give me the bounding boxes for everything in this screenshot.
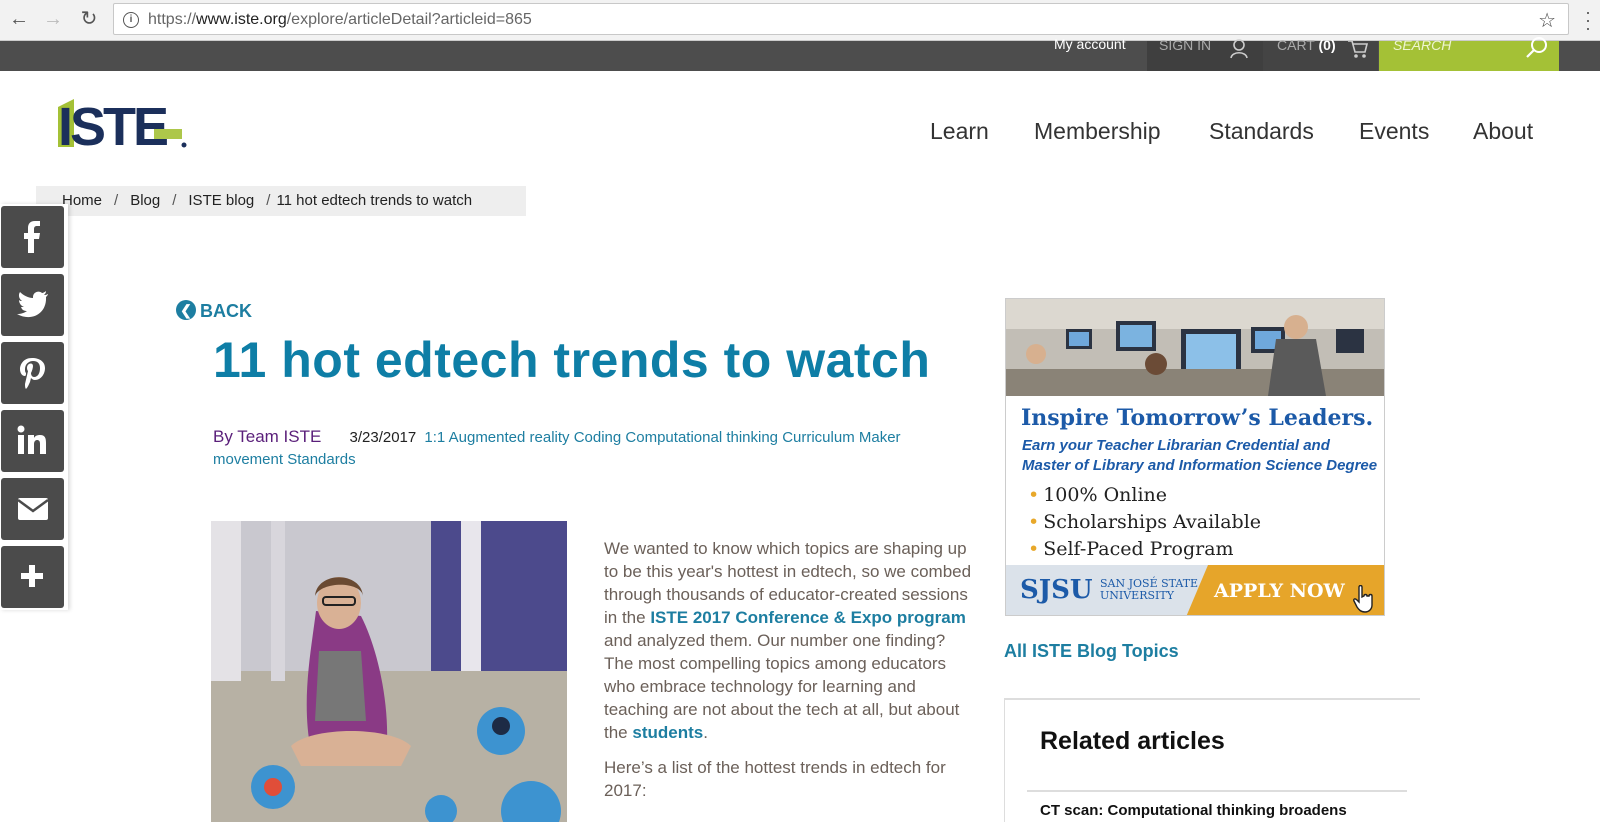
- cart-link[interactable]: CART (0): [1263, 37, 1378, 71]
- cart-label: CART (0): [1277, 37, 1336, 53]
- nav-learn[interactable]: Learn: [930, 118, 989, 145]
- nav-membership[interactable]: Membership: [1034, 118, 1161, 145]
- tag-link[interactable]: Augmented reality: [449, 429, 570, 446]
- tag-link[interactable]: 1:1: [424, 429, 445, 446]
- conference-program-link[interactable]: ISTE 2017 Conference & Expo program: [650, 608, 966, 627]
- linkedin-icon: [17, 425, 46, 454]
- article-body: We wanted to know which topics are shapi…: [604, 537, 974, 814]
- back-arrow-circle-icon: ❮: [176, 300, 196, 320]
- sjsu-logo: SJSU: [1020, 575, 1093, 605]
- sign-in-link[interactable]: SIGN IN: [1147, 37, 1263, 71]
- back-link[interactable]: ❮ BACK: [176, 300, 252, 322]
- facebook-icon: [24, 221, 40, 253]
- all-blog-topics-link[interactable]: All ISTE Blog Topics: [1004, 641, 1179, 662]
- info-icon[interactable]: i: [123, 12, 139, 28]
- ad-bullets: 100% Online Scholarships Available Self-…: [1040, 482, 1261, 563]
- svg-text:ISTE: ISTE: [58, 99, 167, 151]
- email-share-button[interactable]: [1, 478, 64, 540]
- article-paragraph: We wanted to know which topics are shapi…: [604, 539, 972, 742]
- url-text: https://www.iste.org/explore/articleDeta…: [148, 11, 532, 28]
- nav-standards[interactable]: Standards: [1209, 118, 1314, 145]
- facebook-share-button[interactable]: [1, 206, 64, 268]
- nav-about[interactable]: About: [1473, 118, 1533, 145]
- pinterest-share-button[interactable]: [1, 342, 64, 404]
- tag-link[interactable]: Coding: [574, 429, 622, 446]
- article-paragraph: Here’s a list of the hottest trends in e…: [604, 758, 946, 800]
- browser-toolbar: ← → ↻ i https://www.iste.org/explore/art…: [0, 0, 1600, 41]
- sjsu-ad-banner[interactable]: Inspire Tomorrow’s Leaders. Earn your Te…: [1005, 298, 1385, 616]
- address-bar[interactable]: i https://www.iste.org/explore/articleDe…: [113, 3, 1569, 35]
- article-date: 3/23/2017: [349, 429, 417, 446]
- breadcrumb-iste-blog[interactable]: ISTE blog: [188, 192, 254, 209]
- ad-footer: SJSU SAN JOSÉ STATE UNIVERSITY APPLY NOW: [1006, 565, 1384, 615]
- bookmark-star-icon[interactable]: ☆: [1538, 8, 1556, 33]
- sjsu-logo-subtext: SAN JOSÉ STATE UNIVERSITY: [1100, 577, 1199, 602]
- ad-headline: Inspire Tomorrow’s Leaders.: [1021, 405, 1374, 431]
- utility-bar: My account SIGN IN CART (0) SEARCH: [0, 37, 1600, 71]
- my-account-link[interactable]: My account: [1054, 37, 1126, 71]
- plus-icon: [21, 565, 43, 587]
- forward-arrow-icon[interactable]: →: [42, 8, 64, 30]
- article-title: 11 hot edtech trends to watch: [213, 332, 931, 388]
- related-articles-box: Related articles CT scan: Computational …: [1004, 698, 1420, 822]
- search-placeholder: SEARCH: [1393, 37, 1452, 53]
- iste-logo[interactable]: ISTE: [58, 97, 188, 157]
- linkedin-share-button[interactable]: [1, 410, 64, 472]
- breadcrumb-home[interactable]: Home: [62, 192, 102, 209]
- nav-events[interactable]: Events: [1359, 118, 1429, 145]
- reload-icon[interactable]: ↻: [78, 8, 100, 30]
- email-icon: [17, 498, 49, 520]
- breadcrumb-blog[interactable]: Blog: [130, 192, 160, 209]
- pinterest-icon: [20, 358, 45, 389]
- ad-bullet: Self-Paced Program: [1040, 536, 1261, 563]
- hand-cursor-icon: [1353, 585, 1373, 613]
- twitter-share-button[interactable]: [1, 274, 64, 336]
- tag-link[interactable]: Computational thinking: [625, 429, 778, 446]
- twitter-icon: [17, 291, 48, 318]
- ad-bullet: 100% Online: [1040, 482, 1261, 509]
- social-share-bar: [0, 204, 68, 610]
- back-arrow-icon[interactable]: ←: [8, 8, 30, 30]
- tag-link[interactable]: Standards: [287, 451, 355, 468]
- related-articles-heading: Related articles: [1040, 727, 1225, 755]
- ad-bullet: Scholarships Available: [1040, 509, 1261, 536]
- article-author[interactable]: By Team ISTE: [213, 427, 321, 446]
- search-icon[interactable]: [1525, 37, 1549, 59]
- breadcrumb: Home / Blog / ISTE blog/11 hot edtech trends…: [36, 186, 526, 216]
- tag-link[interactable]: Curriculum: [782, 429, 855, 446]
- user-icon: [1230, 39, 1248, 59]
- article-meta: By Team ISTE 3/23/2017 1:1 Augmented rea…: [213, 426, 943, 471]
- sign-in-label: SIGN IN: [1159, 37, 1212, 53]
- ad-classroom-photo: [1006, 299, 1384, 396]
- related-article-link[interactable]: CT scan: Computational thinking broadens: [1040, 802, 1347, 819]
- more-share-button[interactable]: [1, 546, 64, 608]
- students-link[interactable]: students: [632, 723, 703, 742]
- cart-icon: [1348, 40, 1369, 58]
- browser-menu-icon[interactable]: · · ·: [1582, 3, 1594, 37]
- breadcrumb-current: 11 hot edtech trends to watch: [276, 192, 473, 209]
- article-photo: [211, 521, 567, 822]
- ad-subheadline: Earn your Teacher Librarian Credential a…: [1022, 437, 1378, 474]
- back-label: BACK: [200, 301, 252, 321]
- search-input[interactable]: SEARCH: [1379, 37, 1559, 71]
- main-nav: Learn Membership Standards Events About: [930, 118, 1540, 148]
- divider: [1027, 790, 1407, 792]
